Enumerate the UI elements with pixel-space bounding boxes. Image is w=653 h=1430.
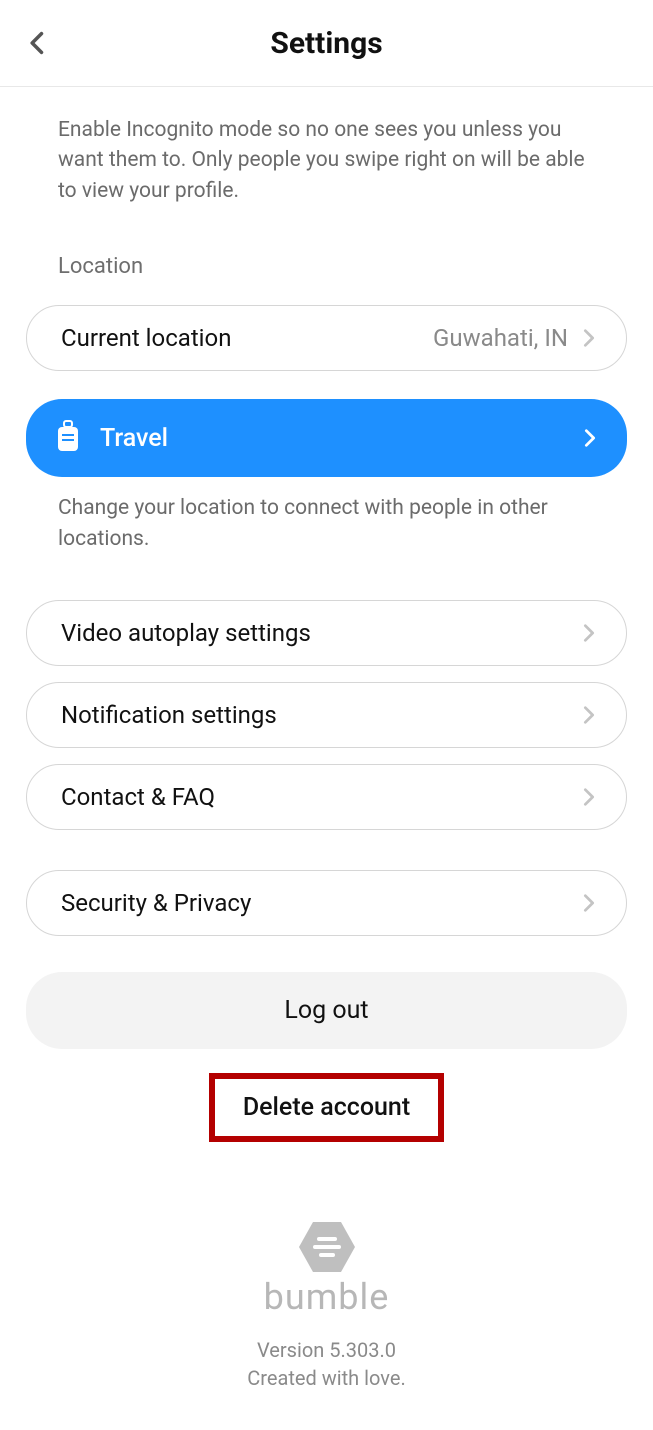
version-text: Version 5.303.0 (26, 1338, 627, 1362)
current-location-row[interactable]: Current location Guwahati, IN (26, 305, 627, 371)
travel-row[interactable]: Travel (26, 399, 627, 477)
logout-label: Log out (284, 996, 368, 1025)
chevron-right-icon (578, 892, 600, 914)
back-button[interactable] (24, 0, 52, 86)
chevron-right-icon (578, 786, 600, 808)
incognito-hint: Enable Incognito mode so no one sees you… (26, 87, 627, 206)
chevron-right-icon (579, 427, 601, 449)
delete-account-button[interactable]: Delete account (209, 1073, 444, 1142)
delete-account-label: Delete account (243, 1093, 410, 1122)
nav-header: Settings (0, 0, 653, 87)
chevron-right-icon (578, 622, 600, 644)
brand-name: bumble (264, 1276, 390, 1318)
luggage-icon (54, 419, 82, 457)
current-location-value: Guwahati, IN (433, 324, 568, 352)
security-privacy-row[interactable]: Security & Privacy (26, 870, 627, 936)
chevron-right-icon (578, 704, 600, 726)
travel-label: Travel (100, 424, 168, 453)
chevron-left-icon (24, 29, 52, 57)
logout-button[interactable]: Log out (26, 972, 627, 1049)
notification-settings-row[interactable]: Notification settings (26, 682, 627, 748)
chevron-right-icon (578, 327, 600, 349)
page-title: Settings (270, 26, 382, 61)
video-autoplay-label: Video autoplay settings (61, 619, 311, 647)
notification-settings-label: Notification settings (61, 701, 277, 729)
contact-faq-label: Contact & FAQ (61, 783, 215, 811)
video-autoplay-row[interactable]: Video autoplay settings (26, 600, 627, 666)
travel-hint: Change your location to connect with peo… (26, 477, 627, 554)
bumble-logo-icon (299, 1222, 355, 1272)
location-section-label: Location (26, 206, 627, 293)
tagline-text: Created with love. (26, 1366, 627, 1390)
security-privacy-label: Security & Privacy (61, 889, 251, 917)
contact-faq-row[interactable]: Contact & FAQ (26, 764, 627, 830)
footer: bumble Version 5.303.0 Created with love… (26, 1222, 627, 1390)
current-location-label: Current location (61, 324, 231, 352)
